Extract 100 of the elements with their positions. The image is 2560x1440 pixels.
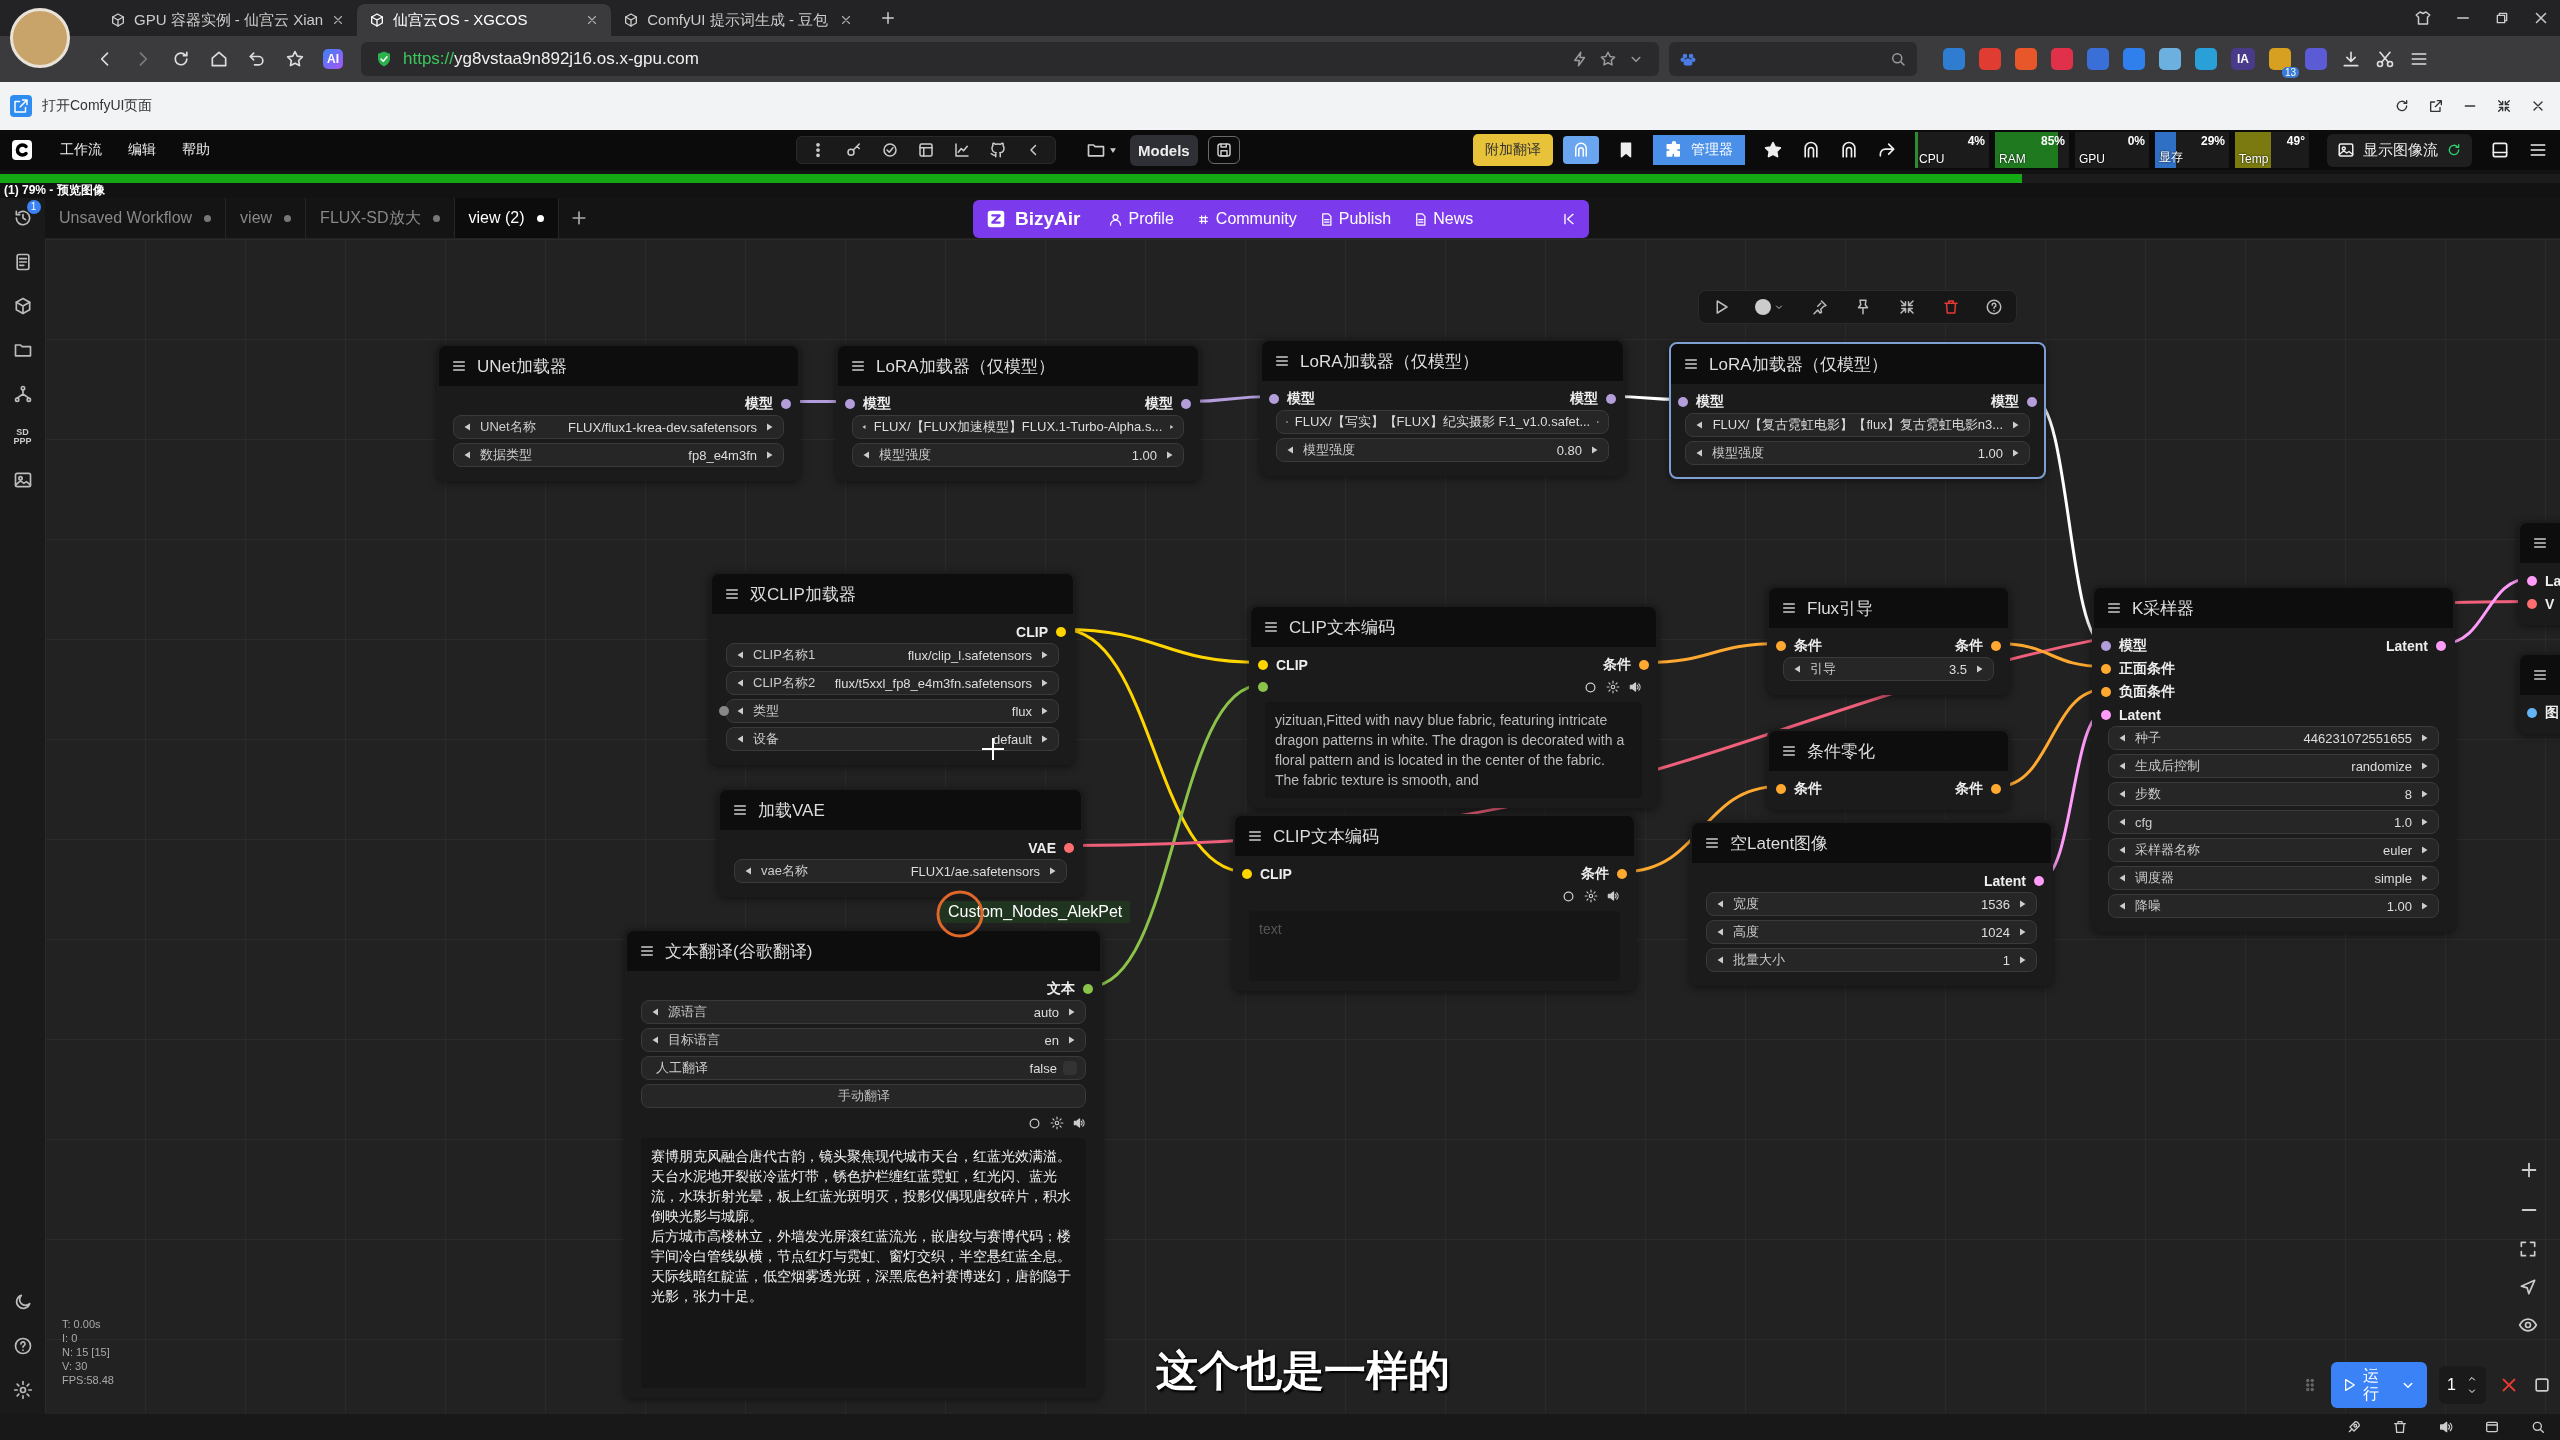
input-socket[interactable] xyxy=(1258,682,1268,692)
extension-button[interactable]: IA xyxy=(2231,48,2255,70)
browser-tab[interactable]: GPU 容器实例 - 仙宫云 Xian xyxy=(98,4,358,36)
collapse-icon[interactable] xyxy=(1561,211,1577,227)
browser-tab[interactable]: ComfyUI 提示词生成 - 豆包 xyxy=(611,4,866,36)
nav-link[interactable]: Profile xyxy=(1108,210,1174,228)
check-circle-icon[interactable] xyxy=(881,141,899,159)
extension-icon[interactable] xyxy=(2015,48,2037,70)
combo-widget[interactable]: FLUX/【FLUX加速模型】FLUX.1-Turbo-Alpha.s... xyxy=(852,415,1184,439)
node-title-bar[interactable]: 空Latent图像 xyxy=(1692,823,2051,863)
input-socket[interactable] xyxy=(1776,640,1786,651)
toggle-widget[interactable]: 人工翻译 false xyxy=(641,1056,1086,1080)
download-icon[interactable] xyxy=(2341,49,2361,69)
models-button[interactable]: Models xyxy=(1130,134,1198,166)
circle-icon[interactable] xyxy=(1583,679,1598,695)
github-icon[interactable] xyxy=(989,141,1007,159)
brand-link[interactable]: BizyAir xyxy=(985,208,1081,230)
window-icon[interactable] xyxy=(2484,1419,2500,1435)
node-card[interactable]: 双CLIP加载器 CLIP CLIP名称1 flux/clip_l.safetensors CLIP名称2 flux/t5xxl_fp8_e4m3fn.safetensors 类型 flux 设备 default xyxy=(710,572,1075,765)
node-title-bar[interactable]: CLIP文本编码 xyxy=(1251,607,1656,647)
menu-icon[interactable] xyxy=(732,802,748,818)
combo-widget[interactable]: 生成后控制 randomize xyxy=(2108,754,2439,778)
search-icon[interactable] xyxy=(2530,1419,2546,1435)
menu-icon[interactable] xyxy=(1704,835,1720,851)
speaker-icon[interactable] xyxy=(1072,1116,1086,1130)
reload-icon[interactable] xyxy=(171,49,191,69)
menu-icon[interactable] xyxy=(451,358,467,374)
node-title-bar[interactable]: 文本翻译(谷歌翻译) xyxy=(627,931,1100,971)
output-socket[interactable] xyxy=(1617,868,1627,879)
number-widget[interactable]: 模型强度 0.80 xyxy=(1276,438,1609,462)
combo-widget[interactable]: 调度器 simple xyxy=(2108,866,2439,890)
input-socket[interactable] xyxy=(1776,783,1786,794)
combo-widget[interactable]: 数据类型 fp8_e4m3fn xyxy=(453,443,784,467)
settings-icon[interactable] xyxy=(1584,889,1598,903)
node-card[interactable]: 空Latent图像 Latent 宽度 1536 高度 1024 批量大小 1 xyxy=(1690,821,2053,986)
help-icon[interactable] xyxy=(12,1336,33,1356)
node-card[interactable]: UNet加载器 模型 UNet名称 FLUX/flux1-krea-dev.safetensors 数据类型 fp8_e4m3fn xyxy=(437,344,800,481)
prompt-field[interactable]: yizituan,Fitted with navy blue fabric, featuring intricate dragon patterns in white. The dragon is decorated with a floral pattern and is located in the center of the fabric. The fabric texture is smooth, and xyxy=(1265,702,1642,798)
output-socket[interactable] xyxy=(781,398,791,409)
extension-icon[interactable] xyxy=(1979,48,2001,70)
refresh-icon[interactable] xyxy=(2394,98,2410,114)
number-widget[interactable]: 批量大小 1 xyxy=(1706,948,2037,972)
share-icon[interactable] xyxy=(1877,140,1897,160)
node-title-bar[interactable]: K采样器 xyxy=(2094,588,2453,628)
node-title-bar[interactable]: LoRA加载器（仅模型） xyxy=(1262,341,1623,381)
node-title-bar[interactable]: CLIP文本编码 xyxy=(1235,816,1634,856)
maximize-icon[interactable] xyxy=(2496,98,2512,114)
output-socket[interactable] xyxy=(1083,983,1093,994)
node-card[interactable] xyxy=(1249,605,1658,808)
collapse-icon[interactable] xyxy=(1898,298,1917,316)
save-button[interactable] xyxy=(1207,136,1240,164)
workflow-tab[interactable]: view (2) xyxy=(454,198,559,238)
rocket-icon[interactable] xyxy=(2346,1419,2362,1435)
input-socket[interactable] xyxy=(2527,598,2537,609)
chart-icon[interactable] xyxy=(953,141,971,159)
output-socket[interactable] xyxy=(1181,398,1191,409)
node-card[interactable]: LoRA加载器（仅模型） 模型 模型 FLUX/【写实】【FLUX】纪实摄影 F.1_v1.0.safet... 模型强度 0.80 xyxy=(1260,339,1625,476)
menu-icon[interactable] xyxy=(724,586,740,602)
menu-icon[interactable] xyxy=(1263,619,1279,635)
output-socket[interactable] xyxy=(1991,640,2001,651)
input-socket[interactable] xyxy=(2101,640,2111,651)
star-icon[interactable] xyxy=(1763,140,1783,160)
input-socket[interactable] xyxy=(2527,575,2537,586)
combo-widget[interactable]: vae名称 FLUX1/ae.safetensors xyxy=(734,859,1067,883)
combo-widget[interactable]: 目标语言 en xyxy=(641,1028,1086,1052)
search-field[interactable] xyxy=(1669,42,1917,76)
combo-widget[interactable]: FLUX/【写实】【FLUX】纪实摄影 F.1_v1.0.safet... xyxy=(1276,410,1609,434)
speaker-icon[interactable] xyxy=(1628,680,1642,694)
combo-widget[interactable]: 采样器名称 euler xyxy=(2108,838,2439,862)
star-icon[interactable] xyxy=(1599,50,1617,68)
ai-button[interactable]: AI xyxy=(323,49,343,69)
output-socket[interactable] xyxy=(2027,396,2037,407)
circle-icon[interactable] xyxy=(1561,888,1576,904)
number-widget[interactable]: 降噪 1.00 xyxy=(2108,894,2439,918)
combo-widget[interactable]: CLIP名称1 flux/clip_l.safetensors xyxy=(726,643,1059,667)
batch-count-field[interactable]: 1 xyxy=(2439,1366,2486,1404)
number-widget[interactable]: cfg 1.0 xyxy=(2108,810,2439,834)
cube-icon[interactable] xyxy=(12,296,33,316)
speaker-icon[interactable] xyxy=(1606,889,1620,903)
output-socket[interactable] xyxy=(2034,875,2044,886)
extension-icon[interactable] xyxy=(1943,48,1965,70)
scissors-icon[interactable] xyxy=(2375,49,2395,69)
input-socket[interactable] xyxy=(1269,393,1279,404)
workflow-tab[interactable]: Unsaved Workflow xyxy=(45,198,227,238)
input-socket[interactable] xyxy=(2527,707,2537,718)
input-socket[interactable] xyxy=(1678,396,1688,407)
node-card[interactable]: 图 xyxy=(2518,653,2560,734)
extension-icon[interactable] xyxy=(2269,48,2291,70)
menu-icon[interactable] xyxy=(1274,353,1290,369)
menu-icon[interactable] xyxy=(2106,600,2122,616)
menu-icon[interactable] xyxy=(1781,600,1797,616)
node-title-bar[interactable]: Flux引导 xyxy=(1769,588,2008,628)
settings-icon[interactable] xyxy=(1050,1116,1064,1130)
eye-icon[interactable] xyxy=(2518,1315,2538,1335)
menu-item[interactable]: 帮助 xyxy=(182,141,210,159)
star-icon[interactable] xyxy=(285,49,305,69)
nav-link[interactable]: Community xyxy=(1195,210,1297,228)
node-card[interactable]: K采样器 模型 Latent 正面条件 负面条件 Latent 种子 446231072551655 生成后控制 randomize 步数 8 cfg 1.0 采样器名称 euler 调度器 simple 降噪 1.00 xyxy=(2092,586,2455,932)
output-socket[interactable] xyxy=(1606,393,1616,404)
node-title-bar[interactable]: UNet加载器 xyxy=(439,346,798,386)
